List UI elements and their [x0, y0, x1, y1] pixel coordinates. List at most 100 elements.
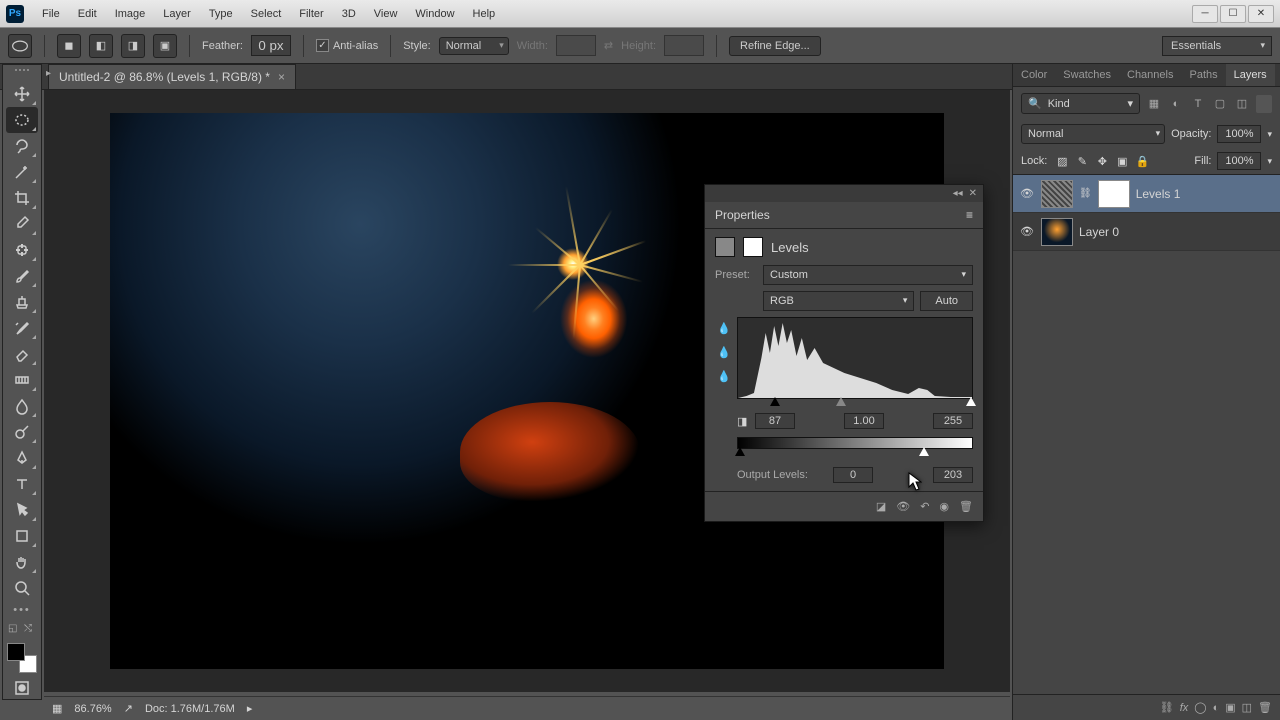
workspace-switcher[interactable]: Essentials [1162, 36, 1272, 56]
histogram[interactable] [737, 317, 973, 399]
collapse-panel-icon[interactable]: ◂◂ [953, 188, 963, 199]
output-white-value[interactable] [933, 467, 973, 483]
add-mask-icon[interactable]: ◯ [1194, 701, 1206, 714]
lock-pixels-icon[interactable]: ✎ [1073, 153, 1091, 169]
output-black-value[interactable] [833, 467, 873, 483]
menu-help[interactable]: Help [465, 4, 504, 24]
mask-icon[interactable] [743, 237, 763, 257]
properties-menu-icon[interactable]: ≡ [966, 208, 973, 222]
antialias-checkbox[interactable]: ✓ [316, 39, 329, 52]
close-button[interactable]: ✕ [1248, 5, 1274, 23]
history-brush-tool[interactable] [6, 315, 38, 341]
clip-to-layer-icon[interactable]: ◪ [876, 500, 886, 513]
shape-tool[interactable] [6, 523, 38, 549]
pen-tool[interactable] [6, 445, 38, 471]
status-arrow-icon[interactable]: ▸ [247, 702, 253, 715]
swap-colors-icon[interactable]: ⤭ [24, 623, 36, 635]
marquee-tool[interactable] [6, 107, 38, 133]
input-mid-value[interactable] [844, 413, 884, 429]
new-layer-icon[interactable]: ◫ [1242, 701, 1252, 714]
new-adjustment-icon[interactable]: ◐ [1213, 702, 1220, 714]
quick-mask-button[interactable] [6, 677, 38, 699]
white-point-eyedropper-icon[interactable]: 💧 [715, 367, 733, 385]
gray-point-eyedropper-icon[interactable]: 💧 [715, 343, 733, 361]
zoom-value[interactable]: 86.76% [74, 703, 111, 715]
filter-smart-icon[interactable]: ◫ [1232, 95, 1252, 113]
gradient-tool[interactable] [6, 367, 38, 393]
minimize-button[interactable]: ─ [1192, 5, 1218, 23]
zoom-tool[interactable] [6, 575, 38, 601]
healing-brush-tool[interactable] [6, 237, 38, 263]
fill-scrub-icon[interactable]: ▾ [1267, 156, 1272, 167]
visibility-icon[interactable]: 👁 [1019, 187, 1035, 200]
crop-tool[interactable] [6, 185, 38, 211]
clone-stamp-tool[interactable] [6, 289, 38, 315]
edit-toolbar-button[interactable]: ••• [6, 601, 38, 619]
default-colors-icon[interactable]: ◱ [8, 623, 20, 635]
tab-swatches[interactable]: Swatches [1055, 64, 1119, 86]
opacity-value[interactable]: 100% [1217, 125, 1261, 143]
calculate-histogram-icon[interactable]: ◨ [737, 413, 755, 429]
style-select[interactable]: Normal [439, 37, 509, 55]
lock-transparency-icon[interactable]: ▨ [1053, 153, 1071, 169]
lock-position-icon[interactable]: ✥ [1093, 153, 1111, 169]
view-previous-icon[interactable]: 👁 [896, 500, 910, 513]
type-tool[interactable] [6, 471, 38, 497]
layer-row-levels[interactable]: 👁 ⛓ Levels 1 [1013, 175, 1280, 213]
channel-select[interactable]: RGB [763, 291, 914, 311]
tab-paths[interactable]: Paths [1181, 64, 1225, 86]
eyedropper-tool[interactable] [6, 211, 38, 237]
add-selection-button[interactable]: ◧ [89, 34, 113, 58]
close-panel-icon[interactable]: ✕ [969, 188, 977, 199]
intersect-selection-button[interactable]: ▣ [153, 34, 177, 58]
blend-mode-select[interactable]: Normal [1021, 124, 1165, 144]
input-white-value[interactable] [933, 413, 973, 429]
input-mid-slider[interactable] [836, 397, 846, 406]
eraser-tool[interactable] [6, 341, 38, 367]
panel-menu-icon[interactable]: ≡ [1275, 64, 1280, 86]
close-tab-icon[interactable]: × [278, 70, 285, 84]
tool-preset-picker[interactable] [8, 34, 32, 58]
feather-input[interactable] [251, 35, 291, 56]
menu-type[interactable]: Type [201, 4, 241, 24]
preset-select[interactable]: Custom [763, 265, 973, 285]
layer-mask-thumb[interactable] [1098, 180, 1130, 208]
foreground-swatch[interactable] [7, 643, 25, 661]
menu-edit[interactable]: Edit [70, 4, 105, 24]
filter-toggle[interactable] [1256, 95, 1272, 113]
menu-file[interactable]: File [34, 4, 68, 24]
lock-artboard-icon[interactable]: ▣ [1113, 153, 1131, 169]
filter-adjustment-icon[interactable]: ◐ [1166, 95, 1186, 113]
auto-button[interactable]: Auto [920, 291, 973, 311]
link-icon[interactable]: ⛓ [1079, 188, 1092, 199]
input-black-slider[interactable] [770, 397, 780, 406]
tab-channels[interactable]: Channels [1119, 64, 1181, 86]
lock-all-icon[interactable]: 🔒 [1133, 153, 1151, 169]
hand-tool[interactable] [6, 549, 38, 575]
filter-type-icon[interactable]: T [1188, 95, 1208, 113]
output-black-slider[interactable] [735, 447, 745, 456]
menu-3d[interactable]: 3D [334, 4, 364, 24]
adjustment-icon[interactable] [715, 237, 735, 257]
filter-pixel-icon[interactable]: ▦ [1144, 95, 1164, 113]
layer-name[interactable]: Layer 0 [1079, 225, 1274, 239]
color-swatches[interactable] [7, 643, 37, 673]
input-white-slider[interactable] [966, 397, 976, 406]
doc-size[interactable]: Doc: 1.76M/1.76M [145, 703, 235, 715]
fill-value[interactable]: 100% [1217, 152, 1261, 170]
dodge-tool[interactable] [6, 419, 38, 445]
new-group-icon[interactable]: ▣ [1225, 701, 1235, 714]
reset-icon[interactable]: ↶ [920, 500, 929, 513]
brush-tool[interactable] [6, 263, 38, 289]
layer-filter-type[interactable]: 🔍Kind▾ [1021, 93, 1140, 114]
opacity-scrub-icon[interactable]: ▾ [1267, 129, 1272, 140]
toggle-visibility-icon[interactable]: ◉ [939, 500, 949, 513]
menu-layer[interactable]: Layer [155, 4, 199, 24]
tab-expand-left-icon[interactable]: ▸ [46, 68, 51, 79]
menu-filter[interactable]: Filter [291, 4, 331, 24]
layer-name[interactable]: Levels 1 [1136, 187, 1274, 201]
magic-wand-tool[interactable] [6, 159, 38, 185]
delete-layer-icon[interactable]: 🗑 [1258, 701, 1272, 714]
link-layers-icon[interactable]: ⛓ [1160, 701, 1174, 714]
black-point-eyedropper-icon[interactable]: 💧 [715, 319, 733, 337]
